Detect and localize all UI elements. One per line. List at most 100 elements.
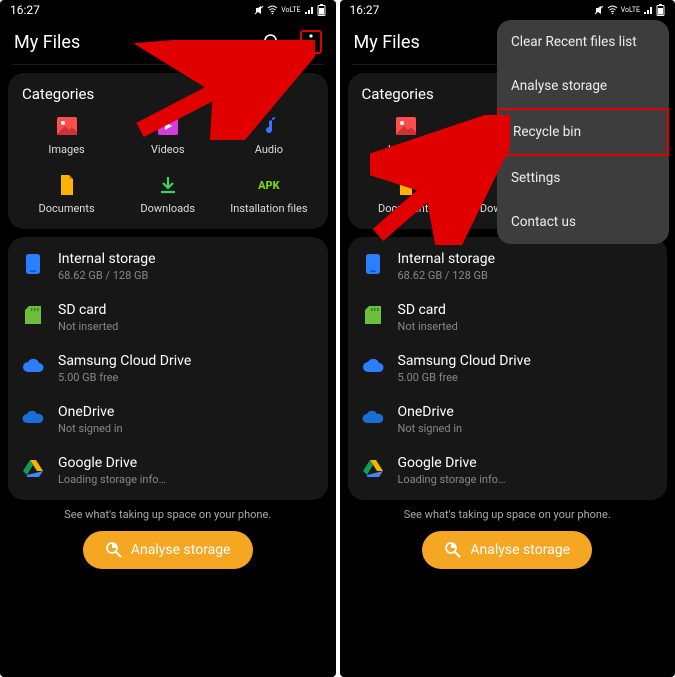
- storage-sub: Not inserted: [58, 320, 118, 333]
- image-icon: [395, 115, 417, 137]
- category-images[interactable]: Images: [18, 115, 115, 156]
- menu-analyse-storage[interactable]: Analyse storage: [497, 64, 669, 108]
- onedrive-icon: [362, 406, 384, 428]
- mute-icon: [594, 5, 604, 15]
- storage-name: Google Drive: [398, 455, 506, 471]
- storage-samsung-cloud[interactable]: Samsung Cloud Drive 5.00 GB free: [14, 343, 322, 394]
- storage-sub: 68.62 GB / 128 GB: [58, 269, 156, 282]
- phone-icon: [22, 253, 44, 275]
- more-vertical-icon: [309, 34, 313, 50]
- image-icon: [56, 115, 78, 137]
- storage-name: OneDrive: [398, 404, 463, 420]
- category-installation-files[interactable]: APK Installation files: [220, 174, 317, 215]
- cloud-icon: [22, 355, 44, 377]
- storage-sub: Loading storage info…: [398, 473, 506, 486]
- storage-sub: 68.62 GB / 128 GB: [398, 269, 496, 282]
- storage-sub: Not signed in: [58, 422, 123, 435]
- category-documents[interactable]: Documents: [358, 174, 455, 215]
- category-label: Videos: [151, 143, 185, 156]
- video-icon: [157, 115, 179, 137]
- category-images[interactable]: Images: [358, 115, 455, 156]
- status-bar: 16:27 VoLTE: [0, 0, 336, 20]
- category-label: Images: [48, 143, 84, 156]
- storage-sub: 5.00 GB free: [58, 371, 191, 384]
- search-button[interactable]: [262, 32, 282, 52]
- storage-onedrive[interactable]: OneDrive Not signed in: [354, 394, 662, 445]
- status-time: 16:27: [350, 3, 380, 17]
- footer-hint: See what's taking up space on your phone…: [340, 508, 675, 521]
- storage-name: Internal storage: [398, 251, 496, 267]
- category-label: Documents: [39, 202, 95, 215]
- category-videos[interactable]: Videos: [119, 115, 216, 156]
- storage-sub: Not signed in: [398, 422, 463, 435]
- document-icon: [56, 174, 78, 196]
- cloud-icon: [362, 355, 384, 377]
- audio-icon: [258, 115, 280, 137]
- status-bar: 16:27 VoLTE: [340, 0, 675, 20]
- phone-right: 16:27 VoLTE My Files Categories Images V…: [340, 0, 675, 677]
- storage-onedrive[interactable]: OneDrive Not signed in: [14, 394, 322, 445]
- category-label: Downloads: [140, 202, 195, 215]
- storage-name: SD card: [58, 302, 118, 318]
- status-icons: VoLTE: [254, 4, 325, 16]
- overflow-menu: Clear Recent files list Analyse storage …: [497, 20, 669, 244]
- more-menu-button[interactable]: [300, 30, 322, 54]
- status-icons: VoLTE: [594, 4, 665, 16]
- storage-internal[interactable]: Internal storage 68.62 GB / 128 GB: [354, 241, 662, 292]
- menu-recycle-bin[interactable]: Recycle bin: [497, 108, 669, 156]
- storage-name: Samsung Cloud Drive: [58, 353, 191, 369]
- storage-samsung-cloud[interactable]: Samsung Cloud Drive 5.00 GB free: [354, 343, 662, 394]
- storage-name: Google Drive: [58, 455, 166, 471]
- footer-hint: See what's taking up space on your phone…: [0, 508, 336, 521]
- sdcard-icon: [362, 304, 384, 326]
- storage-google-drive[interactable]: Google Drive Loading storage info…: [14, 445, 322, 496]
- divider: [12, 64, 324, 65]
- battery-icon: [656, 4, 665, 16]
- google-drive-icon: [22, 457, 44, 479]
- apk-icon: APK: [258, 174, 280, 196]
- battery-icon: [317, 4, 326, 16]
- analyse-storage-button[interactable]: Analyse storage: [422, 531, 592, 569]
- menu-clear-recent[interactable]: Clear Recent files list: [497, 20, 669, 64]
- menu-settings[interactable]: Settings: [497, 156, 669, 200]
- signal-icon: [643, 5, 653, 15]
- sdcard-icon: [22, 304, 44, 326]
- analyse-label: Analyse storage: [470, 542, 570, 558]
- category-documents[interactable]: Documents: [18, 174, 115, 215]
- search-icon: [263, 33, 281, 51]
- storage-sub: Loading storage info…: [58, 473, 166, 486]
- category-label: Images: [388, 143, 424, 156]
- wifi-icon: [267, 5, 278, 15]
- storage-sdcard[interactable]: SD card Not inserted: [354, 292, 662, 343]
- signal-icon: [304, 5, 314, 15]
- category-downloads[interactable]: Downloads: [119, 174, 216, 215]
- category-audio[interactable]: Audio: [220, 115, 317, 156]
- storage-card: Internal storage 68.62 GB / 128 GB SD car…: [348, 237, 668, 500]
- storage-name: Samsung Cloud Drive: [398, 353, 531, 369]
- analyse-storage-button[interactable]: Analyse storage: [83, 531, 253, 569]
- analyse-icon: [105, 541, 123, 559]
- document-icon: [395, 174, 417, 196]
- storage-name: SD card: [398, 302, 458, 318]
- storage-internal[interactable]: Internal storage 68.62 GB / 128 GB: [14, 241, 322, 292]
- status-time: 16:27: [10, 3, 40, 17]
- phone-icon: [362, 253, 384, 275]
- onedrive-icon: [22, 406, 44, 428]
- page-title: My Files: [354, 32, 420, 53]
- menu-contact-us[interactable]: Contact us: [497, 200, 669, 244]
- page-title: My Files: [14, 32, 80, 53]
- storage-name: OneDrive: [58, 404, 123, 420]
- category-label: Installation files: [230, 202, 307, 215]
- storage-card: Internal storage 68.62 GB / 128 GB SD car…: [8, 237, 328, 500]
- storage-sub: 5.00 GB free: [398, 371, 531, 384]
- storage-name: Internal storage: [58, 251, 156, 267]
- storage-sub: Not inserted: [398, 320, 458, 333]
- storage-sdcard[interactable]: SD card Not inserted: [14, 292, 322, 343]
- storage-google-drive[interactable]: Google Drive Loading storage info…: [354, 445, 662, 496]
- analyse-label: Analyse storage: [131, 542, 231, 558]
- phone-left: 16:27 VoLTE My Files Categories Images: [0, 0, 336, 677]
- categories-title: Categories: [18, 85, 318, 103]
- analyse-icon: [444, 541, 462, 559]
- mute-icon: [254, 5, 264, 15]
- categories-card: Categories Images Videos Audio Documents…: [8, 73, 328, 229]
